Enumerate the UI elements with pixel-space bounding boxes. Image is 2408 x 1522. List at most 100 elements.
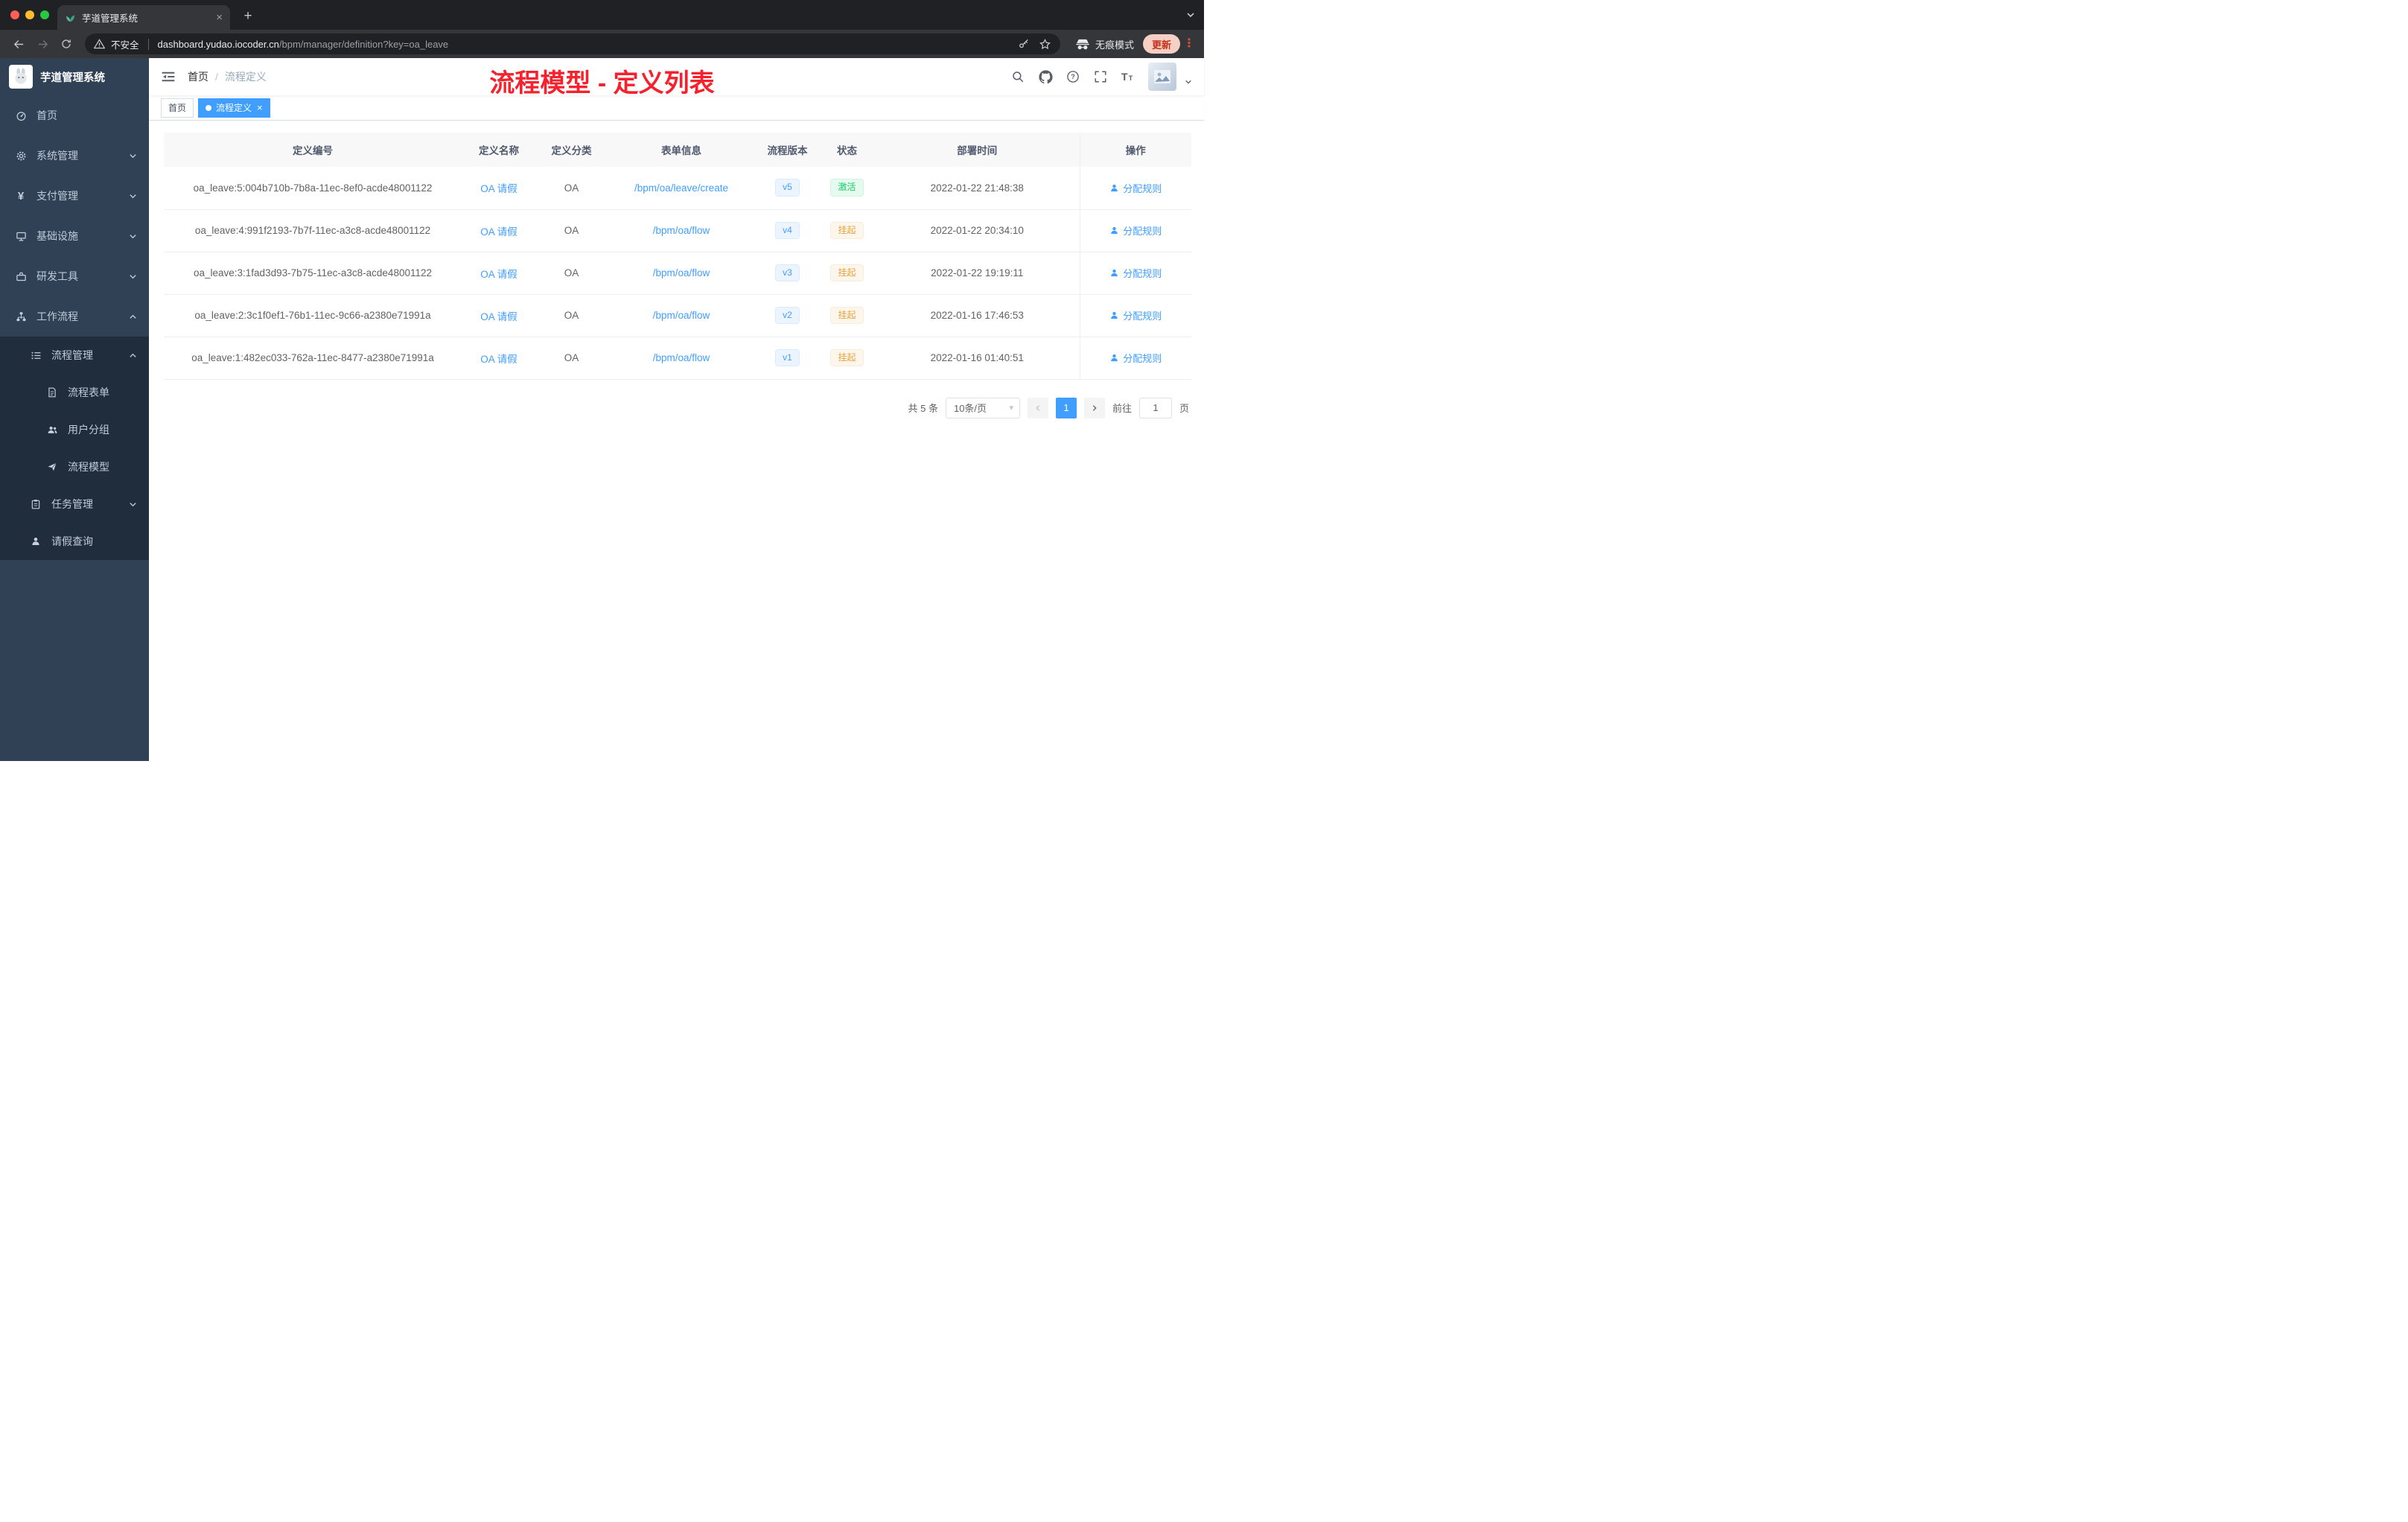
table-row: oa_leave:5:004b710b-7b8a-11ec-8ef0-acde4… [164,167,1191,210]
prev-page-button[interactable] [1027,397,1048,418]
tag-label: 流程定义 [216,103,252,113]
assign-rule-button[interactable]: 分配规则 [1109,308,1162,322]
form-info-link[interactable]: /bpm/oa/flow [653,310,710,321]
sidebar-item-user-group[interactable]: 用户分组 [0,411,149,448]
form-info-link[interactable]: /bpm/oa/flow [653,352,710,363]
next-page-button[interactable] [1083,397,1105,418]
github-icon[interactable] [1038,69,1053,84]
tab-strip: 芋道管理系统 × + [0,0,1204,30]
assign-rule-button[interactable]: 分配规则 [1109,223,1162,238]
minimize-window-button[interactable] [25,10,34,19]
browser-menu-kebab-icon[interactable]: ⋮ [1182,38,1197,50]
svg-text:?: ? [1071,73,1075,80]
page-size-select[interactable]: 10条/页 ▾ [945,397,1020,418]
breadcrumb-home[interactable]: 首页 [188,69,208,84]
col-header-deploy-time: 部署时间 [875,133,1080,167]
definition-name-link[interactable]: OA 请假 [480,311,517,322]
close-window-button[interactable] [10,10,19,19]
search-icon[interactable] [1010,69,1025,84]
sidebar-item-process-form[interactable]: 流程表单 [0,374,149,411]
address-bar[interactable]: 不安全 dashboard.yudao.iocoder.cn/bpm/manag… [85,34,1060,54]
cell-definition-id: oa_leave:2:3c1f0ef1-76b1-11ec-9c66-a2380… [164,294,462,337]
sidebar-item-workflow[interactable]: 工作流程 [0,296,149,337]
zoom-window-button[interactable] [40,10,49,19]
tag-process-definition[interactable]: 流程定义 × [198,98,270,118]
col-header-version: 流程版本 [756,133,819,167]
cell-actions: 分配规则 [1079,252,1191,295]
col-header-category: 定义分类 [536,133,607,167]
cell-definition-name: OA 请假 [462,209,536,252]
page-number-button[interactable]: 1 [1055,397,1077,418]
form-info-link[interactable]: /bpm/oa/flow [653,267,710,278]
not-secure-warning-icon[interactable] [94,39,105,49]
help-icon[interactable]: ? [1066,69,1080,84]
sidebar-item-task-management[interactable]: 任务管理 [0,485,149,523]
sidebar-item-leave-query[interactable]: 请假查询 [0,523,149,560]
assign-rule-button[interactable]: 分配规则 [1109,351,1162,365]
url-text[interactable]: dashboard.yudao.iocoder.cn/bpm/manager/d… [158,39,1012,50]
new-tab-button[interactable]: + [238,7,258,26]
cell-status: 挂起 [819,252,875,295]
browser-toolbar: 不安全 dashboard.yudao.iocoder.cn/bpm/manag… [0,30,1204,58]
back-button[interactable] [7,33,30,55]
status-badge: 挂起 [830,306,864,325]
cell-definition-id: oa_leave:1:482ec033-762a-11ec-8477-a2380… [164,337,462,380]
omnibox-divider [147,38,149,50]
cell-deploy-time: 2022-01-22 21:48:38 [875,167,1080,210]
password-key-icon[interactable] [1018,38,1030,50]
assign-rule-button[interactable]: 分配规则 [1109,266,1162,280]
tab-title: 芋道管理系统 [82,13,138,24]
definition-name-link[interactable]: OA 请假 [480,226,517,238]
sidebar-item-system[interactable]: 系统管理 [0,136,149,176]
tag-close-icon[interactable]: × [257,103,263,112]
browser-tab[interactable]: 芋道管理系统 × [57,5,230,30]
goto-unit: 页 [1179,403,1189,414]
active-tag-dot [206,104,212,111]
not-secure-label[interactable]: 不安全 [111,37,139,51]
hamburger-icon[interactable] [161,69,176,84]
version-badge: v2 [775,306,800,325]
fullscreen-icon[interactable] [1093,69,1108,84]
reload-button[interactable] [55,33,77,55]
traffic-lights [10,10,49,19]
goto-page-input[interactable] [1138,397,1172,418]
definition-name-link[interactable]: OA 请假 [480,269,517,280]
update-chip[interactable]: 更新 [1142,34,1180,54]
definition-name-link[interactable]: OA 请假 [480,354,517,365]
avatar-caret-icon[interactable] [1185,78,1192,86]
sidebar-item-label: 流程模型 [68,461,109,473]
person-icon [30,536,42,547]
assign-rule-label: 分配规则 [1123,226,1162,237]
col-header-form-info: 表单信息 [607,133,756,167]
tab-close-icon[interactable]: × [216,12,223,23]
sidebar-item-process-model[interactable]: 流程模型 [0,448,149,485]
assign-rule-button[interactable]: 分配规则 [1109,181,1162,195]
sidebar-item-home[interactable]: 首页 [0,95,149,136]
cell-version: v3 [756,252,819,295]
form-info-link[interactable]: /bpm/oa/flow [653,225,710,236]
sidebar-item-process-management[interactable]: 流程管理 [0,337,149,374]
sidebar-item-devtools[interactable]: 研发工具 [0,256,149,296]
sidebar-item-payment[interactable]: ¥ 支付管理 [0,176,149,216]
user-avatar[interactable] [1148,63,1176,91]
paper-plane-icon [46,462,58,472]
sidebar-item-infrastructure[interactable]: 基础设施 [0,216,149,256]
sidebar-logo[interactable]: 芋道管理系统 [0,58,149,95]
forward-button[interactable] [31,33,54,55]
font-size-icon[interactable]: TT [1121,69,1135,84]
cell-definition-name: OA 请假 [462,294,536,337]
tag-home[interactable]: 首页 [161,98,194,118]
pagination: 共 5 条 10条/页 ▾ 1 前往 页 [164,397,1189,418]
bookmark-star-icon[interactable] [1039,38,1051,51]
definition-name-link[interactable]: OA 请假 [480,183,517,194]
version-badge: v3 [775,264,800,282]
clipboard-icon [30,499,42,509]
cell-definition-name: OA 请假 [462,252,536,295]
goto-label: 前往 [1112,403,1132,414]
col-header-status: 状态 [819,133,875,167]
workflow-submenu: 流程管理 流程表单 用户分组 流程模型 任务管理 请假查询 [0,337,149,560]
tab-search-chevron-icon[interactable] [1186,10,1195,19]
version-badge: v4 [775,221,800,240]
form-info-link[interactable]: /bpm/oa/leave/create [634,182,728,194]
gear-icon [15,150,27,162]
